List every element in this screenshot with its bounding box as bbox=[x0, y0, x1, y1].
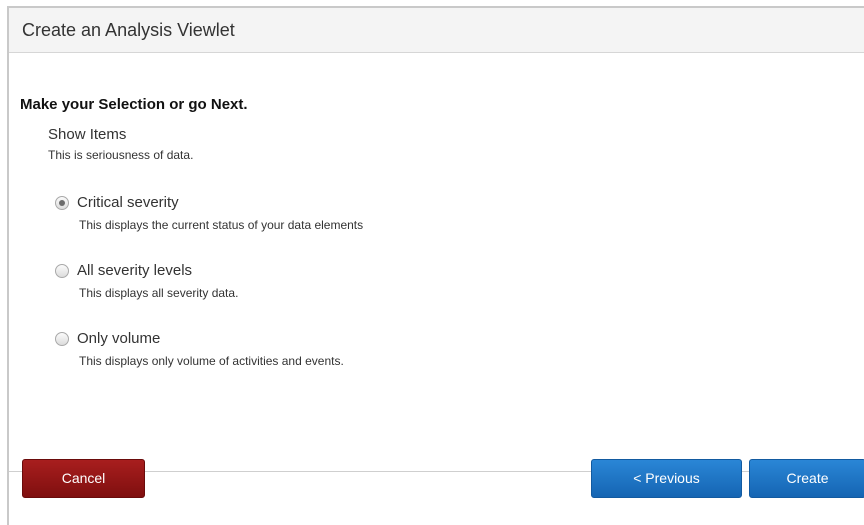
dialog-title: Create an Analysis Viewlet bbox=[22, 20, 235, 40]
dialog-header: Create an Analysis Viewlet bbox=[9, 8, 864, 53]
option-label[interactable]: Only volume bbox=[77, 330, 160, 347]
cancel-button[interactable]: Cancel bbox=[22, 459, 145, 498]
previous-button[interactable]: < Previous bbox=[591, 459, 742, 498]
option-label[interactable]: Critical severity bbox=[77, 194, 179, 211]
option-description: This displays all severity data. bbox=[79, 286, 239, 300]
option-description: This displays only volume of activities … bbox=[79, 354, 344, 368]
option-description: This displays the current status of your… bbox=[79, 218, 364, 232]
option-label[interactable]: All severity levels bbox=[77, 262, 192, 279]
radio-critical-severity[interactable] bbox=[55, 196, 69, 210]
selection-prompt: Make your Selection or go Next. bbox=[20, 96, 248, 113]
radio-all-severity-levels[interactable] bbox=[55, 264, 69, 278]
analysis-viewlet-dialog: Create an Analysis Viewlet Make your Sel… bbox=[7, 6, 864, 525]
show-items-heading: Show Items bbox=[48, 126, 127, 143]
show-items-description: This is seriousness of data. bbox=[48, 148, 194, 162]
create-button[interactable]: Create bbox=[749, 459, 864, 498]
radio-only-volume[interactable] bbox=[55, 332, 69, 346]
